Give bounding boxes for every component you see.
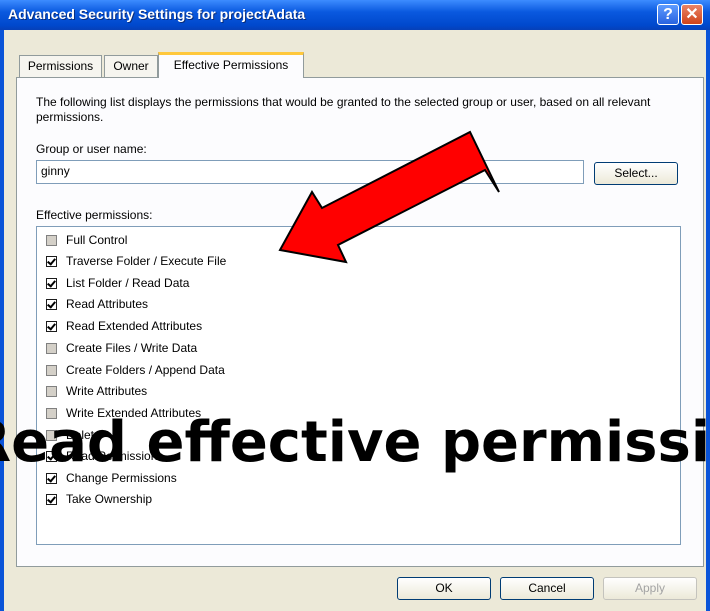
red-arrow-annotation — [278, 130, 500, 264]
dialog-window: Advanced Security Settings for projectAd… — [0, 0, 710, 611]
caption-overlay: Read effective permissions — [0, 408, 710, 478]
red-arrow-shape — [278, 130, 500, 264]
caption-text: Read effective permissions — [0, 410, 710, 475]
